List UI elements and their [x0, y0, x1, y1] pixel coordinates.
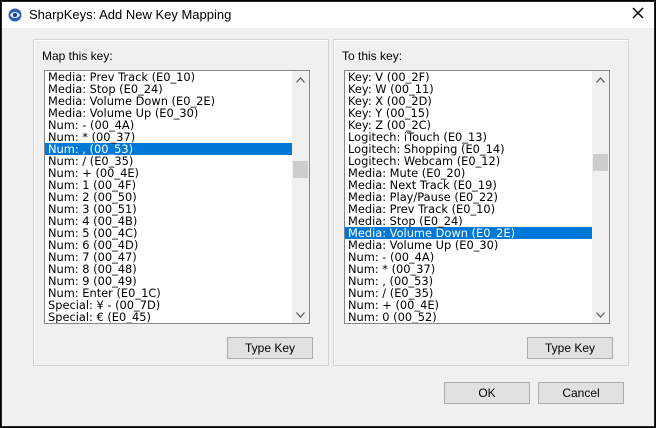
- sharpkeys-app-icon: [8, 8, 22, 22]
- to-this-key-panel: To this key: Key: V (00_2F) Key: W (00_11…: [333, 39, 629, 366]
- to-this-key-label: To this key:: [342, 49, 403, 63]
- to-key-listbox[interactable]: Key: V (00_2F) Key: W (00_11) Key: X (00_2…: [344, 70, 610, 324]
- window-title: SharpKeys: Add New Key Mapping: [29, 7, 232, 22]
- map-key-listbox[interactable]: Media: Prev Track (E0_10) Media: Stop (E0…: [44, 70, 310, 324]
- scroll-up-arrow-icon: [296, 76, 305, 83]
- scroll-up-arrow-icon: [596, 76, 605, 83]
- ok-button[interactable]: OK: [444, 382, 530, 404]
- close-icon: [632, 6, 644, 24]
- map-key-items: Media: Prev Track (E0_10) Media: Stop (E0…: [45, 71, 293, 323]
- scroll-down-button[interactable]: [592, 306, 609, 323]
- add-key-mapping-dialog: SharpKeys: Add New Key Mapping Map this …: [1, 1, 655, 427]
- to-type-key-button[interactable]: Type Key: [527, 337, 613, 359]
- to-key-items: Key: V (00_2F) Key: W (00_11) Key: X (00_2…: [345, 71, 593, 323]
- scroll-down-arrow-icon: [296, 311, 305, 318]
- map-key-scroll-thumb[interactable]: [293, 161, 308, 178]
- map-this-key-panel: Map this key: Media: Prev Track (E0_10) M…: [33, 39, 329, 366]
- scroll-down-arrow-icon: [596, 311, 605, 318]
- close-button[interactable]: [622, 2, 654, 28]
- list-item[interactable]: Num: 0 (00_52): [345, 311, 593, 323]
- map-type-key-button[interactable]: Type Key: [227, 337, 313, 359]
- to-key-scrollbar[interactable]: [592, 71, 609, 323]
- scroll-up-button[interactable]: [592, 71, 609, 88]
- cancel-button[interactable]: Cancel: [538, 382, 624, 404]
- list-item[interactable]: Special: € (E0_45): [45, 311, 293, 323]
- map-this-key-label: Map this key:: [42, 49, 113, 63]
- scroll-down-button[interactable]: [292, 306, 309, 323]
- map-key-scrollbar[interactable]: [292, 71, 309, 323]
- title-bar[interactable]: SharpKeys: Add New Key Mapping: [2, 2, 654, 28]
- scroll-up-button[interactable]: [292, 71, 309, 88]
- to-key-scroll-thumb[interactable]: [593, 154, 608, 171]
